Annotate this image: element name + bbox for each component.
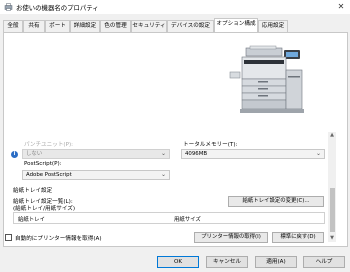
reset-defaults-button[interactable]: 標準に戻す(D) [272, 232, 324, 243]
tab-strip: 全般 共有 ポート 詳細設定 色の管理 セキュリティ デバイスの設定 オプション… [3, 18, 348, 32]
scroll-down-icon[interactable]: ▼ [328, 235, 336, 242]
auto-get-info-checkbox[interactable] [5, 234, 12, 241]
tab-advanced[interactable]: 詳細設定 [70, 20, 100, 32]
punch-unit-value: しない [26, 151, 43, 157]
tab-extended-settings[interactable]: 応用設定 [258, 20, 288, 32]
total-memory-value: 4096MB [185, 151, 208, 157]
info-icon: i [11, 151, 18, 158]
title-bar: お使いの機器名のプロパティ ✕ [0, 0, 350, 14]
window-title: お使いの機器名のプロパティ [16, 4, 99, 12]
column-header-tray[interactable]: 給紙トレイ [18, 215, 45, 223]
tab-sharing[interactable]: 共有 [23, 20, 45, 32]
auto-get-info-label: 自動的にプリンター情報を取得(A) [15, 236, 102, 242]
tab-option-config[interactable]: オプション構成 [214, 18, 258, 32]
total-memory-label: トータルメモリー(T): [183, 142, 238, 148]
chevron-down-icon: ⌄ [160, 171, 166, 178]
get-printer-info-button[interactable]: プリンター情報の取得(I) [194, 232, 268, 243]
chevron-down-icon: ⌄ [160, 150, 166, 157]
total-memory-select[interactable]: 4096MB ⌄ [181, 149, 325, 159]
column-header-paper-size[interactable]: 用紙サイズ [174, 215, 201, 223]
tab-color-management[interactable]: 色の管理 [100, 20, 131, 32]
paper-tray-section-title: 給紙トレイ設定 [13, 188, 53, 194]
ok-button[interactable]: OK [157, 256, 199, 268]
chevron-down-icon: ⌄ [315, 150, 321, 157]
postscript-select[interactable]: Adobe PostScript ⌄ [22, 170, 170, 180]
postscript-label: PostScript(P): [24, 161, 62, 167]
paper-tray-list-sublabel: (給紙トレイ/用紙サイズ) [13, 206, 76, 212]
apply-button[interactable]: 適用(A) [255, 256, 297, 268]
scrollbar-thumb[interactable] [330, 188, 335, 232]
postscript-value: Adobe PostScript [26, 172, 72, 178]
printer-illustration [229, 45, 304, 113]
tab-security[interactable]: セキュリティ [131, 20, 167, 32]
cancel-button[interactable]: キャンセル [206, 256, 248, 268]
tab-general[interactable]: 全般 [3, 20, 23, 32]
printer-icon [4, 3, 13, 11]
paper-tray-table-header: 給紙トレイ 用紙サイズ [13, 212, 325, 224]
punch-unit-label: パンチユニット(P): [24, 142, 74, 148]
help-button[interactable]: ヘルプ [303, 256, 345, 268]
scroll-up-icon[interactable]: ▲ [328, 132, 336, 139]
change-tray-settings-button[interactable]: 給紙トレイ設定の変更(C)... [228, 196, 324, 207]
tab-device-settings[interactable]: デバイスの設定 [167, 20, 214, 32]
punch-unit-select: しない ⌄ [22, 149, 170, 159]
close-icon[interactable]: ✕ [332, 0, 350, 14]
tab-ports[interactable]: ポート [45, 20, 70, 32]
